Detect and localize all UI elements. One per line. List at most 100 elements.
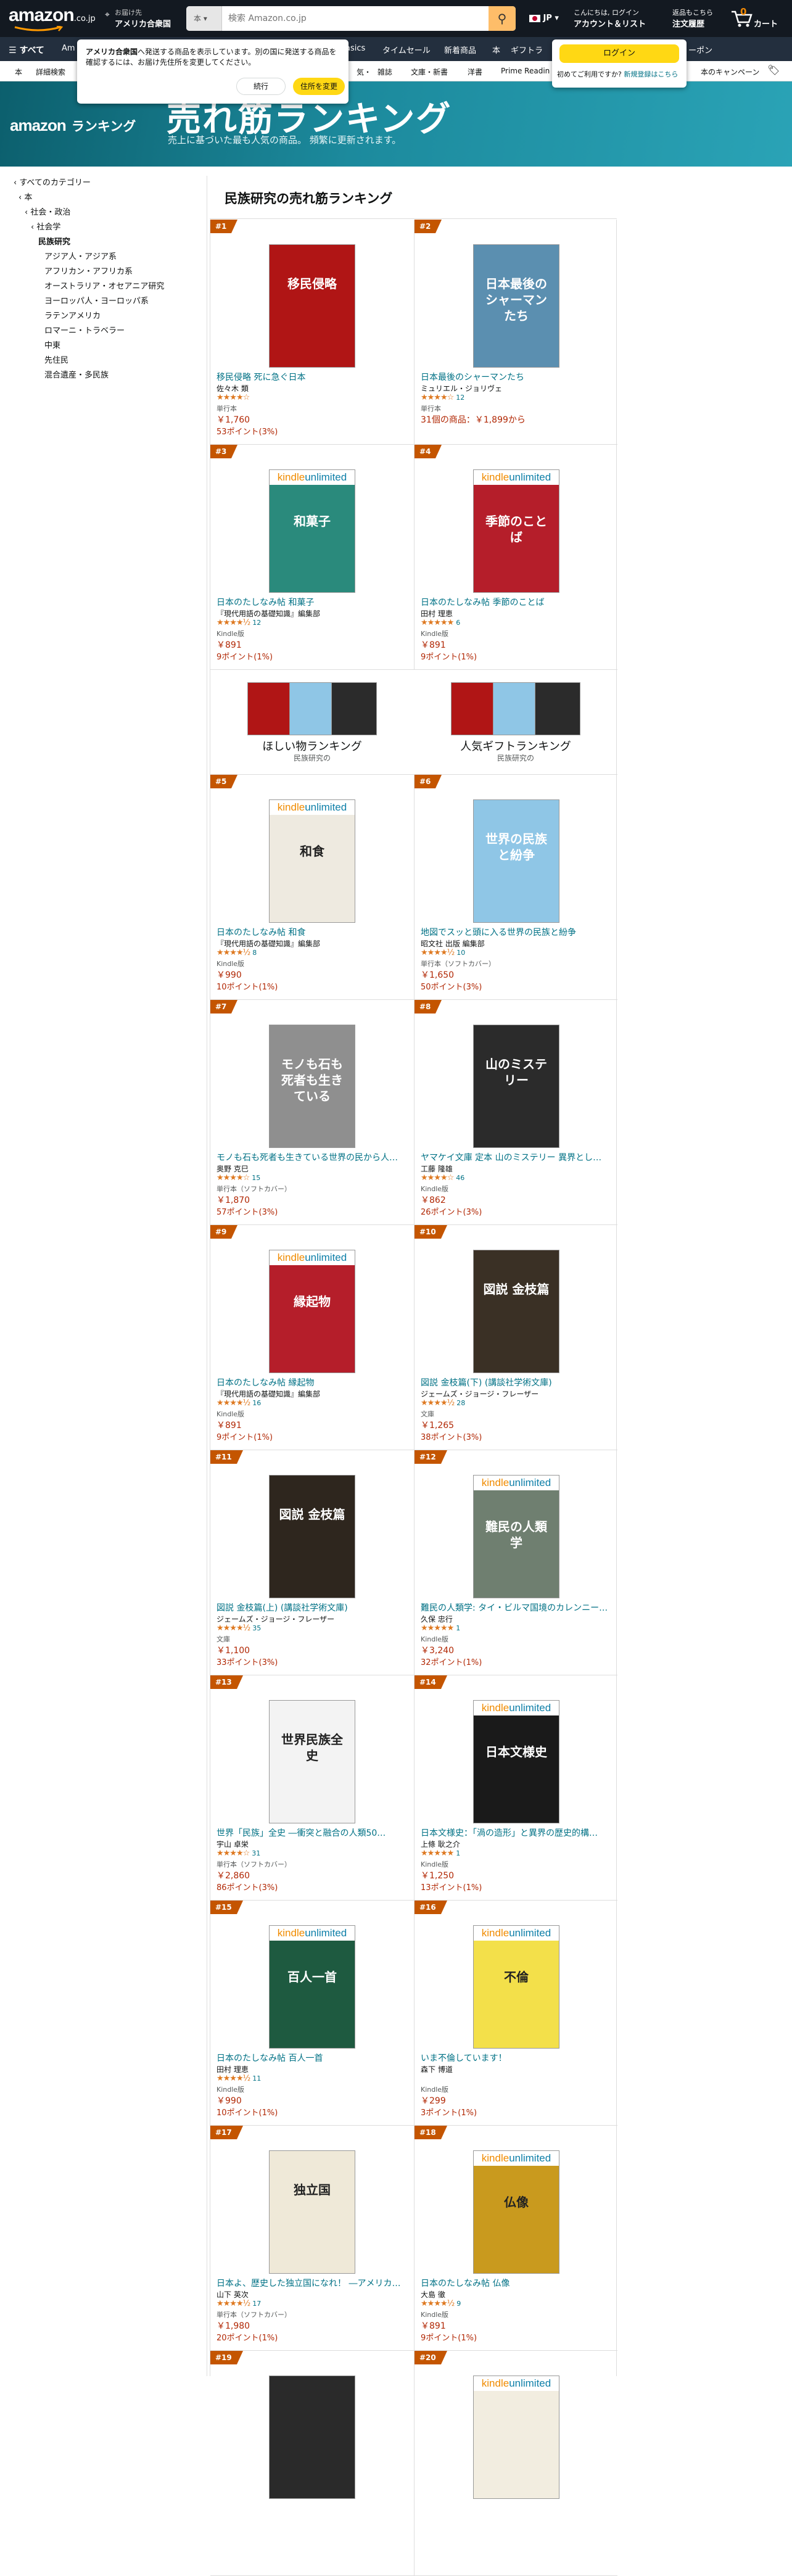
book-cover-image[interactable]: kindleunlimited 百人一首 — [269, 1925, 355, 2049]
book-cover-image[interactable]: kindleunlimited 不倫 — [473, 1925, 559, 2049]
book-cover-image[interactable]: 図説 金枝篇 — [269, 1475, 355, 1598]
product-title-link[interactable]: 図説 金枝篇(上) (講談社学術文庫) — [217, 1601, 408, 1614]
rating-stars[interactable]: ★★★★☆ 46 — [421, 1173, 464, 1183]
rating-stars[interactable] — [421, 2524, 423, 2533]
account-lists[interactable]: こんにちは, ログイン アカウント＆リスト — [574, 7, 646, 29]
product-title-link[interactable]: 難民の人類学: タイ・ビルマ国境のカレンニー… — [421, 1601, 612, 1614]
rating-stars[interactable]: ★★★★☆ 12 — [421, 393, 464, 402]
sidebar-item-oceania[interactable]: オーストラリア・オセアニア研究 — [44, 279, 164, 291]
subnav-item[interactable]: 文庫・新書 — [411, 67, 448, 77]
subnav-item[interactable]: 詳細検索 — [36, 67, 65, 77]
change-address-button[interactable]: 住所を変更 — [293, 78, 345, 95]
product-title-link[interactable]: 地図でスッと頭に入る世界の民族と紛争 — [421, 926, 612, 938]
sidebar-item-latin-america[interactable]: ラテンアメリカ — [44, 309, 101, 321]
product-title-link[interactable]: 移民侵略 死に急ぐ日本 — [217, 371, 408, 383]
rating-stars[interactable]: ★★★★½ 17 — [217, 2299, 261, 2308]
product-title-link[interactable]: 日本文様史：「渦の造形」と異界の歴史的構… — [421, 1827, 612, 1839]
nav-item[interactable]: ギフトラ — [511, 44, 543, 56]
subnav-item[interactable]: 洋書 — [468, 67, 482, 77]
login-button[interactable]: ログイン — [559, 44, 679, 63]
rating-stars[interactable]: ★★★★★ 6 — [421, 618, 460, 627]
rating-stars[interactable]: ★★★★★ 1 — [421, 1849, 460, 1858]
rating-stars[interactable] — [421, 2074, 423, 2083]
rating-stars[interactable]: ★★★★½ 9 — [421, 2299, 461, 2308]
rating-stars[interactable]: ★★★★½ 35 — [217, 1624, 261, 1633]
product-title-link[interactable]: 日本のたしなみ帖 季節のことば — [421, 596, 612, 608]
rating-stars[interactable]: ★★★★½ 16 — [217, 1398, 261, 1408]
nav-item[interactable]: タイムセール — [382, 44, 431, 56]
book-cover-image[interactable]: kindleunlimited 季節のことば — [473, 469, 559, 593]
continue-button[interactable]: 続行 — [236, 78, 286, 95]
product-title-link[interactable]: 日本のたしなみ帖 和食 — [217, 926, 408, 938]
sidebar-item-books[interactable]: ‹ 本 — [19, 191, 32, 202]
sidebar-item-european[interactable]: ヨーロッパ人・ヨーロッパ系 — [44, 294, 149, 306]
book-cover-image[interactable]: 図説 金枝篇 — [473, 1250, 559, 1373]
book-cover-image[interactable]: kindleunlimited 和食 — [269, 799, 355, 923]
book-cover-image[interactable]: 山のミステリー — [473, 1025, 559, 1148]
subnav-item[interactable]: 本のキャンペーン — [701, 67, 759, 77]
book-cover-image[interactable]: kindleunlimited 縁起物 — [269, 1250, 355, 1373]
rating-stars[interactable] — [217, 2524, 219, 2533]
product-title-link[interactable]: 日本よ、歴史した独立国になれ！ ―アメリカ… — [217, 2277, 408, 2289]
rating-stars[interactable]: ★★★★☆ 15 — [217, 1173, 260, 1183]
product-title-link[interactable]: 図説 金枝篇(下) (講談社学術文庫) — [421, 1376, 612, 1389]
sidebar-item-asian[interactable]: アジア人・アジア系 — [44, 250, 117, 262]
rating-stars[interactable]: ★★★★½ 28 — [421, 1398, 465, 1408]
sidebar-item-all-categories[interactable]: ‹ すべてのカテゴリー — [14, 176, 91, 188]
nav-item[interactable]: Am — [62, 44, 75, 53]
rating-stars[interactable]: ★★★★½ 10 — [421, 948, 465, 957]
book-cover-image[interactable]: kindleunlimited 仏像 — [473, 2150, 559, 2274]
rating-stars[interactable]: ★★★★☆ 31 — [217, 1849, 260, 1858]
rating-stars[interactable]: ★★★★☆ — [217, 393, 252, 402]
product-title-link[interactable]: 世界「民族」全史 ―衝突と融合の人類50… — [217, 1827, 408, 1839]
book-cover-image[interactable]: 移民侵略 — [269, 244, 355, 368]
sidebar-item-society[interactable]: ‹ 社会・政治 — [25, 205, 70, 217]
sidebar-item-mixed-heritage[interactable]: 混合遺産・多民族 — [44, 368, 109, 380]
product-title-link[interactable]: ヤマケイ文庫 定本 山のミステリー 異界とし… — [421, 1151, 612, 1163]
product-title-link[interactable]: 日本のたしなみ帖 仏像 — [421, 2277, 612, 2289]
book-cover-image[interactable]: kindleunlimited — [473, 2376, 559, 2499]
rating-stars[interactable]: ★★★★½ 11 — [217, 2074, 261, 2083]
subnav-item[interactable]: 気・ — [357, 67, 371, 77]
product-title-link[interactable]: 日本のたしなみ帖 縁起物 — [217, 1376, 408, 1389]
subnav-item[interactable]: Prime Reading — [501, 67, 550, 75]
register-link[interactable]: 新規登録はこちら — [624, 70, 678, 78]
book-cover-image[interactable]: 世界民族全史 — [269, 1700, 355, 1823]
book-cover-image[interactable]: 世界の民族と紛争 — [473, 799, 559, 923]
product-title-link[interactable]: 日本のたしなみ帖 和菓子 — [217, 596, 408, 608]
search-input[interactable] — [225, 6, 477, 31]
product-title-link[interactable]: モノも石も死者も生きている世界の民から人… — [217, 1151, 408, 1163]
nav-item[interactable]: 本 — [492, 44, 500, 56]
subnav-item[interactable]: 本 — [15, 67, 22, 77]
product-title-link[interactable]: 日本最後のシャーマンたち — [421, 371, 612, 383]
product-title-link[interactable]: 日本のたしなみ帖 百人一首 — [217, 2052, 408, 2064]
book-cover-image[interactable]: kindleunlimited 日本文様史 — [473, 1700, 559, 1823]
book-cover-image[interactable]: kindleunlimited 和菓子 — [269, 469, 355, 593]
book-cover-image[interactable] — [269, 2376, 355, 2499]
search-dept-select[interactable]: 本 ▾ — [186, 6, 222, 31]
book-cover-image[interactable]: 日本最後のシャーマンたち — [473, 244, 559, 368]
promo-ranking-card[interactable]: ほしい物ランキング 民族研究の — [210, 670, 414, 775]
all-menu-button[interactable]: ☰ すべて — [9, 44, 44, 56]
book-cover-image[interactable]: モノも石も死者も生きている — [269, 1025, 355, 1148]
sidebar-item-sociology[interactable]: ‹ 社会学 — [31, 220, 60, 232]
rating-stars[interactable]: ★★★★½ 8 — [217, 948, 257, 957]
sidebar-item-middle-east[interactable]: 中東 — [44, 339, 60, 350]
book-cover-image[interactable]: kindleunlimited 難民の人類学 — [473, 1475, 559, 1598]
sidebar-item-african[interactable]: アフリカン・アフリカ系 — [44, 265, 133, 276]
amazon-logo[interactable]: amazon.co.jp — [9, 5, 96, 31]
returns-orders[interactable]: 返品もこちら 注文履歴 — [672, 7, 713, 29]
nav-item[interactable]: ーポン — [688, 44, 712, 56]
book-cover-image[interactable]: 独立国 — [269, 2150, 355, 2274]
language-selector[interactable]: JP ▾ — [529, 14, 559, 23]
subnav-item[interactable]: 雑誌 — [377, 67, 392, 77]
search-button[interactable]: ⚲ — [489, 6, 516, 31]
nav-item[interactable]: 新着商品 — [444, 44, 476, 56]
promo-ranking-card[interactable]: 人気ギフトランキング 民族研究の — [414, 670, 617, 775]
deliver-to[interactable]: ⌖ お届け先 アメリカ合衆国 — [105, 7, 179, 29]
sidebar-item-indigenous[interactable]: 先住民 — [44, 353, 68, 365]
rating-stars[interactable]: ★★★★★ 1 — [421, 1624, 460, 1633]
rating-stars[interactable]: ★★★★½ 12 — [217, 618, 261, 627]
product-title-link[interactable]: いま不倫しています！ — [421, 2052, 612, 2064]
sidebar-item-romani[interactable]: ロマーニ・トラベラー — [44, 324, 125, 336]
